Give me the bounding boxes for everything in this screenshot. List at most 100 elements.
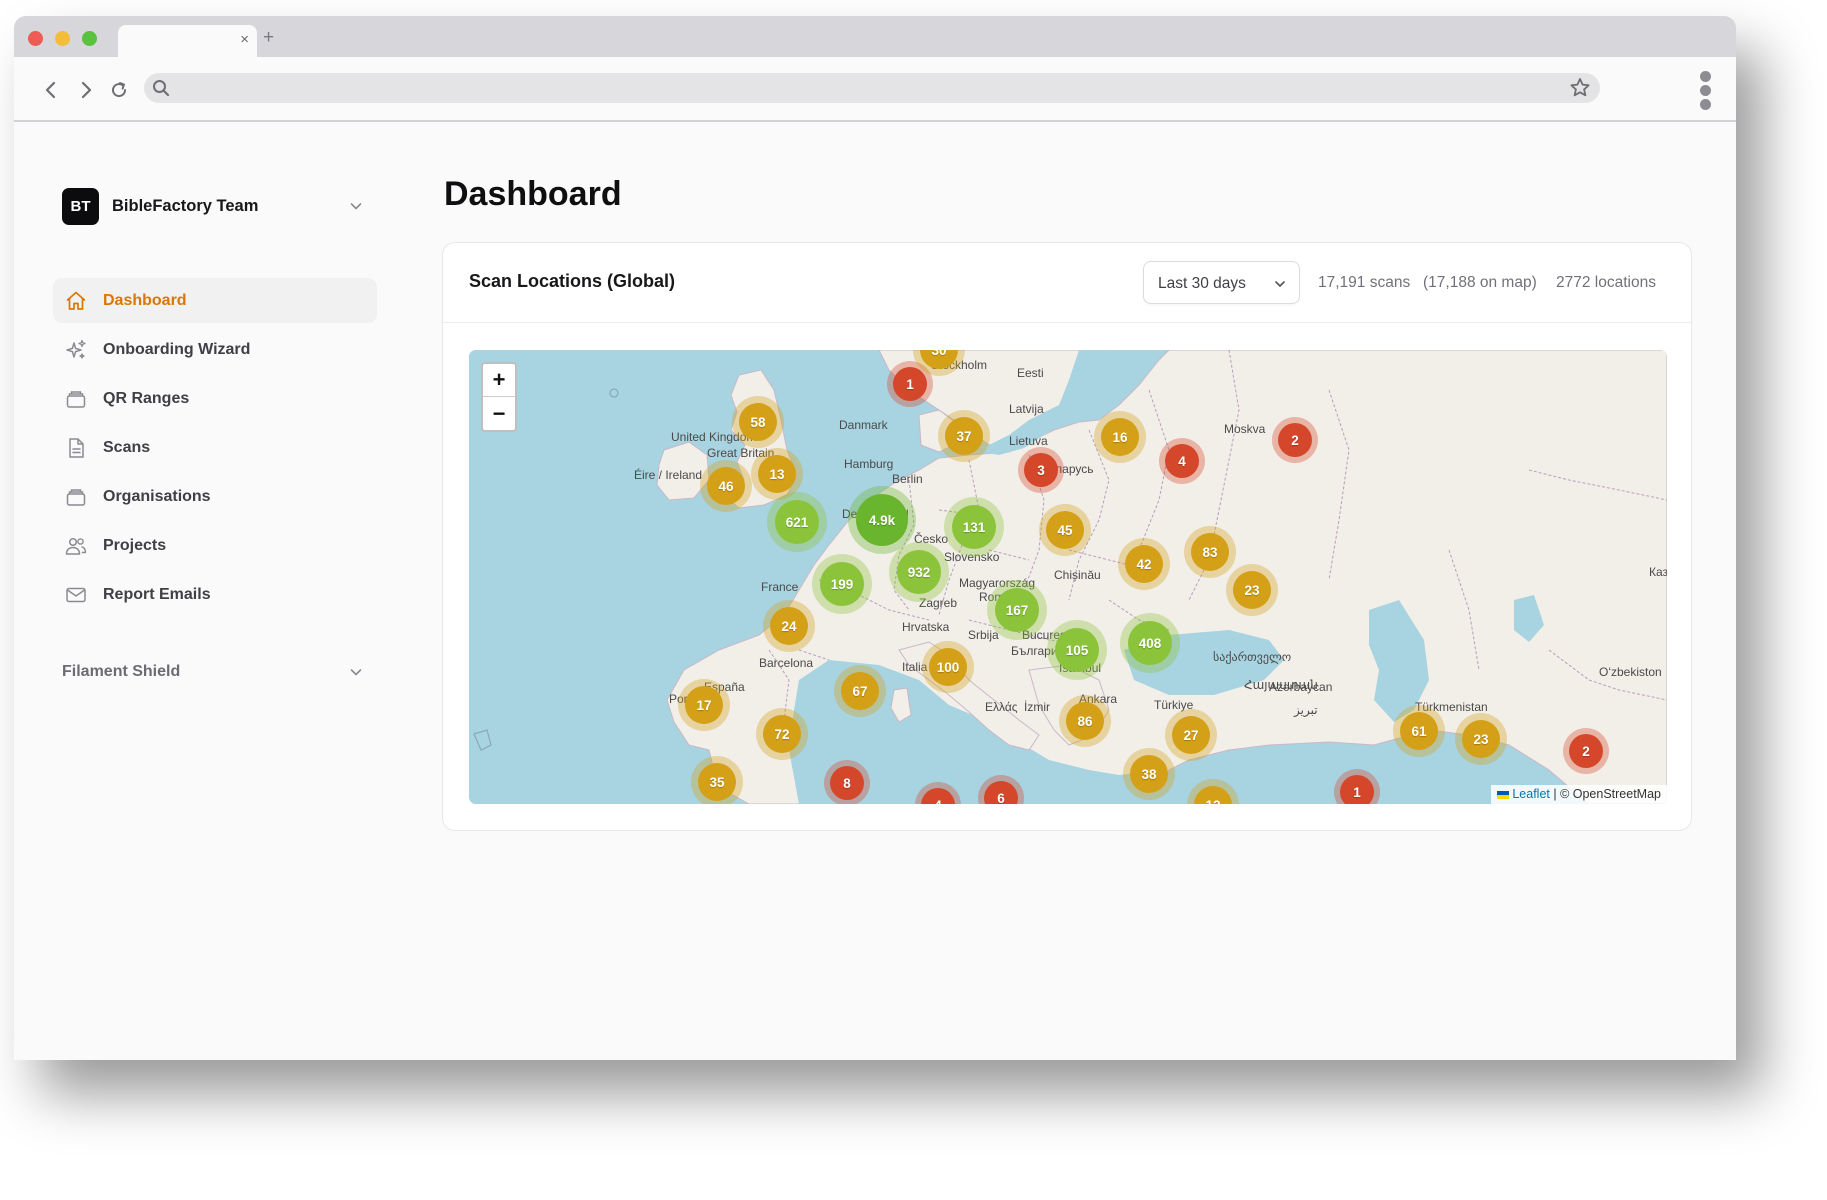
- sidebar-item-scans[interactable]: Scans: [53, 425, 377, 470]
- map-cluster-count: 4: [921, 788, 955, 804]
- minimize-window-button[interactable]: [55, 31, 70, 46]
- new-tab-button[interactable]: +: [263, 28, 274, 48]
- map-cluster-marker[interactable]: 61: [1393, 705, 1445, 757]
- stack-icon: [63, 386, 89, 412]
- map-cluster-count: 13: [758, 455, 796, 493]
- map-cluster-marker[interactable]: 131: [944, 497, 1004, 557]
- on-map-count: (17,188 on map): [1423, 274, 1537, 291]
- team-avatar: BT: [62, 187, 99, 225]
- map-cluster-marker[interactable]: 105: [1047, 620, 1107, 680]
- zoom-out-button[interactable]: −: [483, 397, 515, 430]
- map-cluster-marker[interactable]: 100: [922, 641, 974, 693]
- map-cluster-marker[interactable]: 621: [767, 492, 827, 552]
- map-cluster-marker[interactable]: 86: [1059, 695, 1111, 747]
- scan-map[interactable]: Stockholm Eesti Latvija Lietuva Danmark Unite…: [469, 350, 1667, 804]
- sidebar-item-report-emails[interactable]: Report Emails: [53, 572, 377, 617]
- map-cluster-marker[interactable]: 27: [1165, 709, 1217, 761]
- back-icon[interactable]: [38, 77, 64, 103]
- reload-icon[interactable]: [106, 77, 132, 103]
- map-cluster-count: 42: [1125, 545, 1163, 583]
- date-range-select[interactable]: Last 30 days: [1143, 261, 1300, 304]
- map-cluster-marker[interactable]: 72: [756, 708, 808, 760]
- team-switcher[interactable]: BT BibleFactory Team: [62, 186, 364, 226]
- map-cluster-count: 2: [1569, 734, 1603, 768]
- map-cluster-count: 12: [1194, 786, 1232, 804]
- map-cluster-marker[interactable]: 24: [763, 600, 815, 652]
- leaflet-link[interactable]: Leaflet: [1512, 787, 1550, 801]
- sidebar: BT BibleFactory Team Dashboard Onboardin…: [14, 122, 410, 1060]
- map-cluster-marker[interactable]: 42: [1118, 538, 1170, 590]
- forward-icon[interactable]: [73, 77, 99, 103]
- zoom-in-button[interactable]: +: [483, 364, 515, 397]
- map-cluster-marker[interactable]: 2: [1563, 728, 1609, 774]
- tab-close-icon[interactable]: ×: [240, 31, 249, 49]
- sidebar-group-filament-shield[interactable]: Filament Shield: [62, 660, 364, 684]
- browser-tab[interactable]: ×: [118, 25, 257, 57]
- map-cluster-marker[interactable]: 23: [1455, 713, 1507, 765]
- sparkles-icon: [63, 337, 89, 363]
- map-cluster-count: 199: [820, 562, 864, 606]
- map-cluster-count: 23: [1462, 720, 1500, 758]
- main-content: Dashboard Scan Locations (Global) Last 3…: [410, 122, 1736, 1060]
- sidebar-item-qr-ranges[interactable]: QR Ranges: [53, 376, 377, 421]
- map-cluster-count: 1: [893, 367, 927, 401]
- sidebar-item-projects[interactable]: Projects: [53, 523, 377, 568]
- map-cluster-marker[interactable]: 38: [1123, 748, 1175, 800]
- map-cluster-count: 131: [952, 505, 996, 549]
- map-cluster-count: 4.9k: [856, 494, 908, 546]
- map-cluster-marker[interactable]: 67: [834, 665, 886, 717]
- sidebar-item-label: Report Emails: [103, 585, 211, 603]
- envelope-icon: [63, 582, 89, 608]
- map-cluster-marker[interactable]: 199: [812, 554, 872, 614]
- zoom-control: + −: [481, 362, 517, 432]
- map-cluster-count: 4: [1165, 444, 1199, 478]
- map-cluster-count: 67: [841, 672, 879, 710]
- map-cluster-marker[interactable]: 58: [732, 396, 784, 448]
- map-cluster-count: 8: [830, 766, 864, 800]
- sidebar-item-organisations[interactable]: Organisations: [53, 474, 377, 519]
- map-cluster-count: 23: [1233, 571, 1271, 609]
- attribution-text: | © OpenStreetMap: [1549, 787, 1661, 801]
- map-cluster-count: 1: [1340, 775, 1374, 804]
- scan-count: 17,191 scans: [1318, 274, 1411, 291]
- map-cluster-count: 24: [770, 607, 808, 645]
- map-cluster-marker[interactable]: 46: [700, 460, 752, 512]
- sidebar-item-label: Dashboard: [103, 291, 187, 309]
- map-cluster-count: 408: [1128, 621, 1172, 665]
- chevron-down-icon: [348, 198, 364, 219]
- map-cluster-marker[interactable]: 8: [824, 760, 870, 804]
- kebab-menu-icon[interactable]: [1700, 71, 1712, 111]
- sidebar-item-label: Organisations: [103, 487, 211, 505]
- page-title: Dashboard: [444, 175, 622, 213]
- sidebar-item-dashboard[interactable]: Dashboard: [53, 278, 377, 323]
- map-cluster-marker[interactable]: 2: [1272, 417, 1318, 463]
- maximize-window-button[interactable]: [82, 31, 97, 46]
- sidebar-item-onboarding-wizard[interactable]: Onboarding Wizard: [53, 327, 377, 372]
- stack-icon: [63, 484, 89, 510]
- map-cluster-marker[interactable]: 3: [1018, 447, 1064, 493]
- chevron-down-icon: [1273, 277, 1287, 296]
- map-cluster-marker[interactable]: 932: [889, 542, 949, 602]
- map-cluster-marker[interactable]: 37: [938, 410, 990, 462]
- map-cluster-marker[interactable]: 167: [987, 580, 1047, 640]
- map-cluster-count: 72: [763, 715, 801, 753]
- sidebar-item-label: Scans: [103, 438, 151, 456]
- map-cluster-marker[interactable]: 4: [1159, 438, 1205, 484]
- star-icon[interactable]: [1568, 76, 1592, 105]
- map-cluster-count: 3: [1024, 453, 1058, 487]
- address-bar[interactable]: [144, 73, 1600, 103]
- map-cluster-count: 167: [995, 588, 1039, 632]
- location-count: 2772 locations: [1556, 274, 1656, 291]
- map-cluster-marker[interactable]: 35: [691, 756, 743, 804]
- browser-toolbar: [14, 57, 1736, 122]
- map-cluster-marker[interactable]: 45: [1039, 504, 1091, 556]
- map-cluster-marker[interactable]: 16: [1094, 411, 1146, 463]
- map-cluster-marker[interactable]: 83: [1184, 526, 1236, 578]
- map-cluster-marker[interactable]: 23: [1226, 564, 1278, 616]
- map-cluster-marker[interactable]: 408: [1120, 613, 1180, 673]
- map-cluster-count: 105: [1055, 628, 1099, 672]
- sidebar-item-label: Projects: [103, 536, 167, 554]
- close-window-button[interactable]: [28, 31, 43, 46]
- map-cluster-count: 45: [1046, 511, 1084, 549]
- map-cluster-marker[interactable]: 17: [678, 679, 730, 731]
